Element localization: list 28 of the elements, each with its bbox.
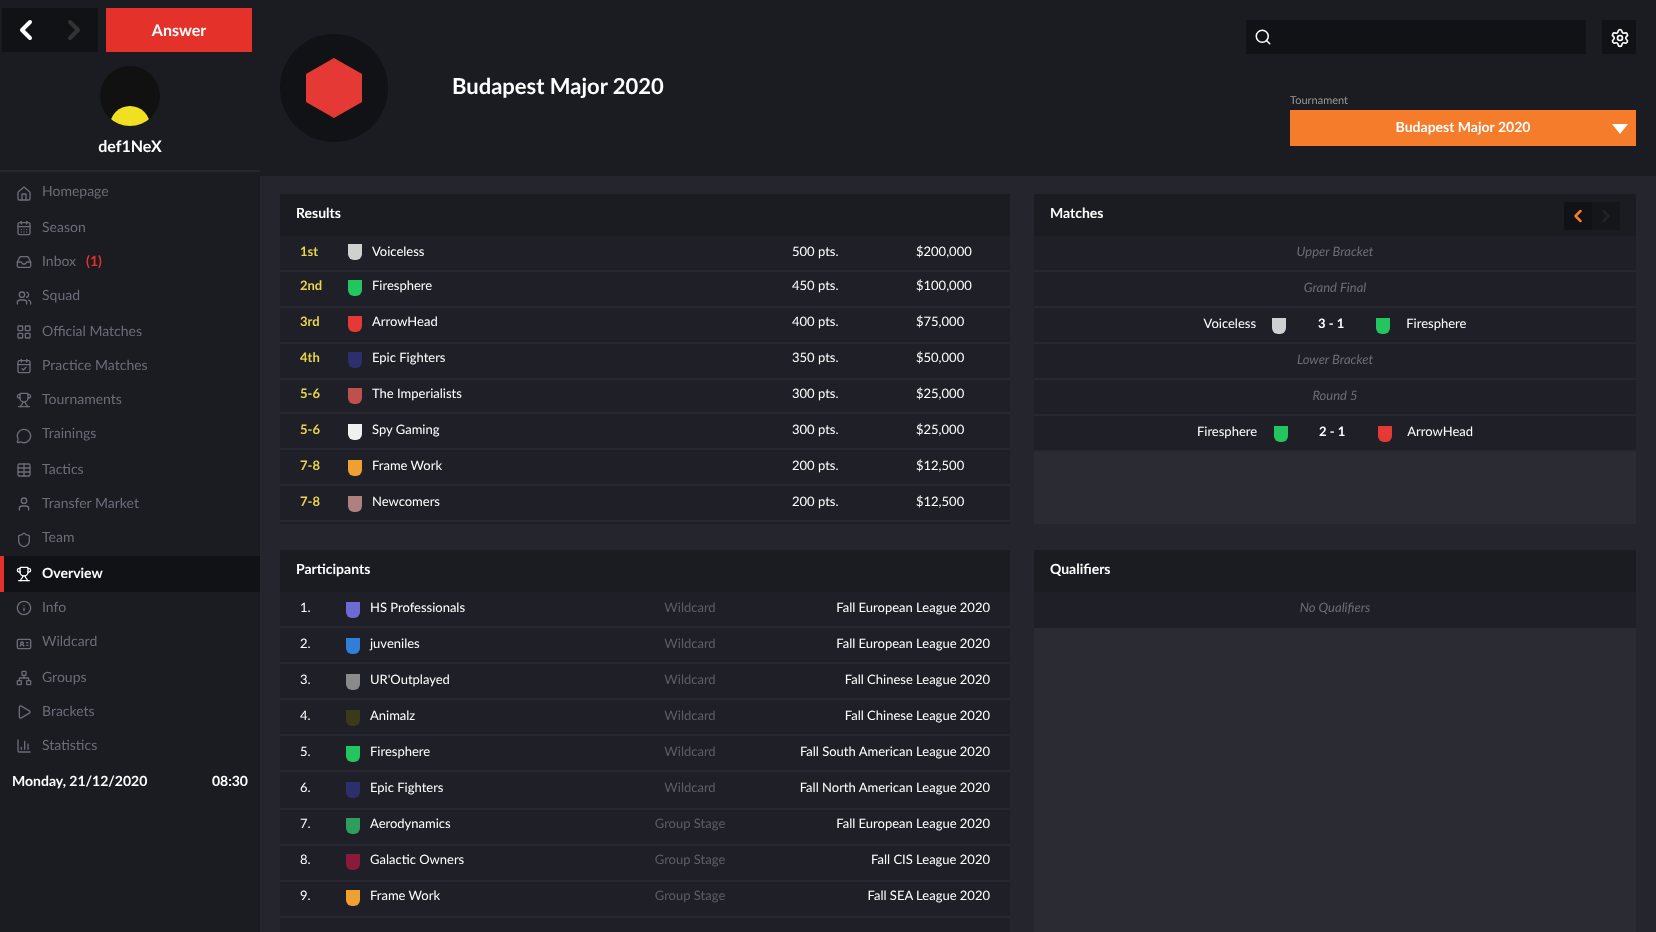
nav-icon: [16, 323, 32, 340]
answer-button[interactable]: Answer: [106, 8, 252, 52]
nav-icon: [16, 738, 32, 755]
search-icon: [1254, 28, 1272, 46]
nav-icon: [16, 704, 32, 721]
avatar: [100, 66, 160, 126]
nav-icon: [16, 185, 32, 202]
nav-icon: [16, 254, 32, 271]
nav-icon: [16, 358, 32, 375]
nav-icon: [16, 635, 32, 651]
nav-icon: [16, 219, 32, 236]
settings-button[interactable]: [1602, 20, 1636, 54]
caret-icon: [1612, 123, 1628, 134]
nav-icon: [16, 669, 32, 686]
nav-icon: [16, 531, 32, 548]
nav-icon: [16, 462, 32, 479]
nav-icon: [16, 565, 32, 582]
nav-icon: [16, 496, 32, 513]
nav-icon: [16, 427, 32, 444]
nav-icon: [16, 600, 32, 617]
previous-button[interactable]: [1564, 201, 1592, 229]
settings-icon: [1609, 27, 1629, 47]
chevron-left-icon: [1568, 205, 1588, 225]
nav-icon: [16, 289, 32, 306]
tournament-title: Budapest Major 2020: [452, 71, 664, 104]
nav-icon: [16, 392, 32, 409]
username: def1NeX: [98, 134, 162, 158]
search-field[interactable]: [1246, 20, 1586, 54]
